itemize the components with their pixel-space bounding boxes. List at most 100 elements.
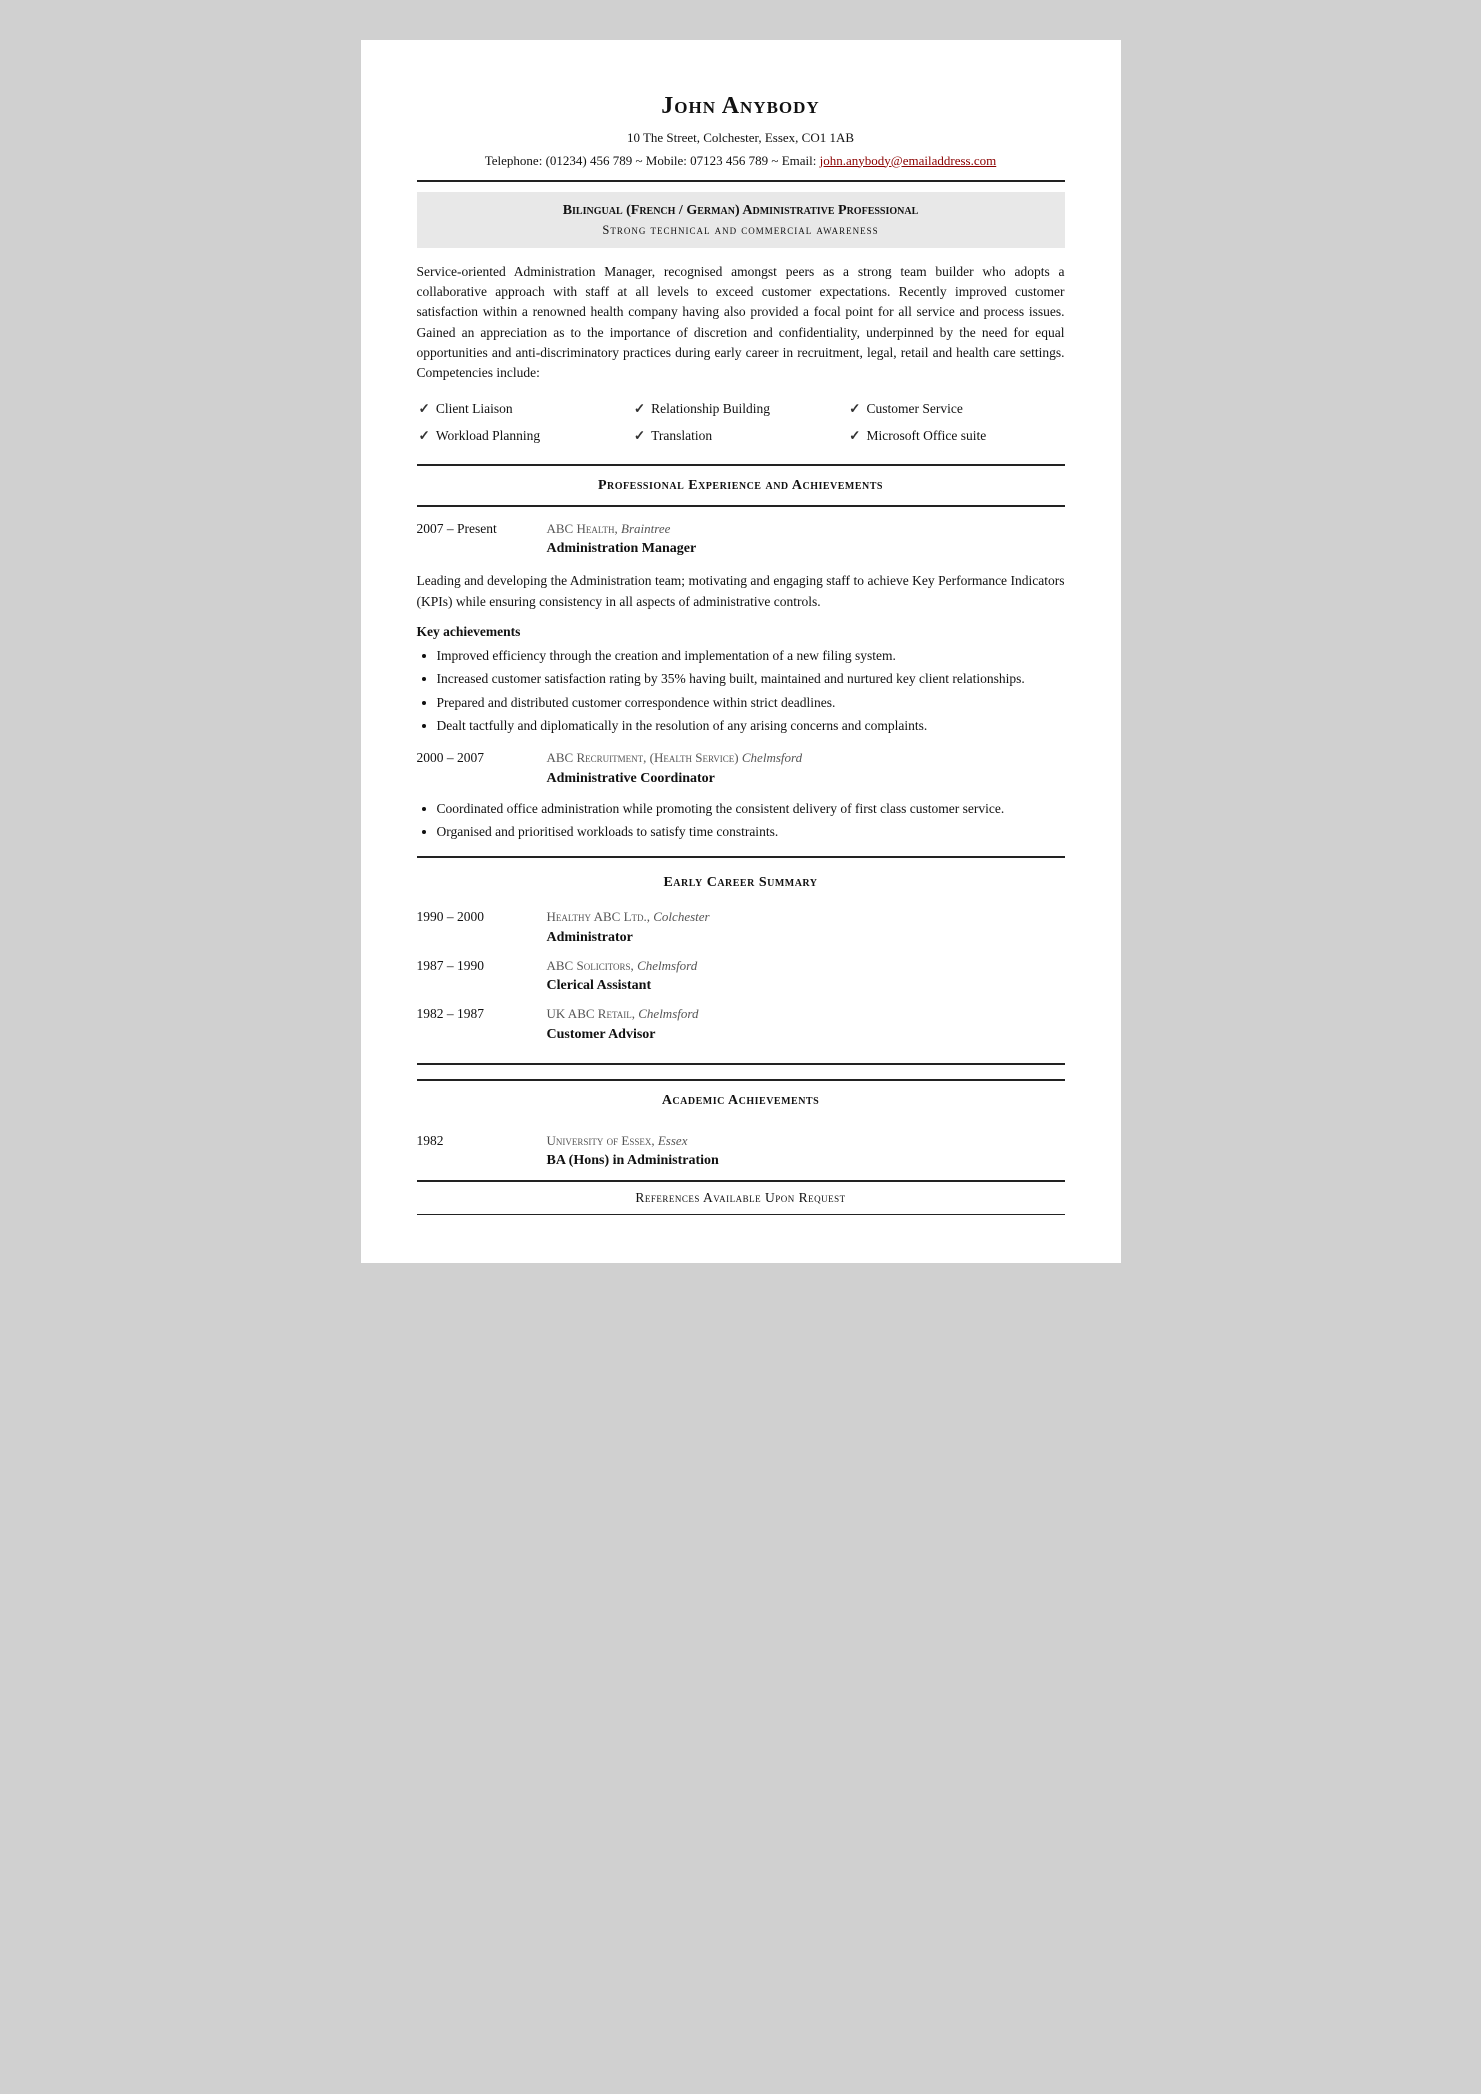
- early-job2-company-name2: olicitors,: [584, 958, 637, 973]
- competency-col1-row2: ✓ Workload Planning: [419, 424, 632, 448]
- resume-page: John Anybody 10 The Street, Colchester, …: [361, 40, 1121, 1263]
- early-job3-dates: 1982 – 1987: [417, 1004, 547, 1045]
- job1-description: Leading and developing the Administratio…: [417, 571, 1065, 612]
- competency-col3-row1: ✓ Customer Service: [849, 397, 1062, 421]
- early-career-header: Early Career Summary: [417, 868, 1065, 897]
- early-job1-company-name: H: [547, 909, 556, 924]
- early-job2-company: ABC Solicitors, Chelmsford: [547, 956, 1065, 976]
- early-job1-company: Healthy ABC Ltd., Colchester: [547, 907, 1065, 927]
- early-job-3: 1982 – 1987 UK ABC Retail, Chelmsford Cu…: [417, 1004, 1065, 1045]
- competency-col2-row2: ✓ Translation: [634, 424, 847, 448]
- early-job2-title: Clerical Assistant: [547, 975, 1065, 996]
- early-job1-dates: 1990 – 2000: [417, 907, 547, 948]
- job2-content: ABC Recruitment, (Health Service) Chelms…: [547, 748, 1065, 791]
- job1-title: Administration Manager: [547, 538, 1065, 559]
- check-icon-6: ✓: [849, 426, 860, 446]
- tagline-subtitle: Strong technical and commercial awarenes…: [433, 221, 1049, 240]
- list-item: Increased customer satisfaction rating b…: [437, 669, 1065, 689]
- competency-label: Microsoft Office suite: [866, 426, 986, 446]
- institution-location: Essex: [658, 1133, 688, 1148]
- academic-institution: University of Essex, Essex: [547, 1131, 1065, 1151]
- references-label: References Available Upon Request: [635, 1190, 845, 1205]
- candidate-name: John Anybody: [417, 88, 1065, 124]
- early-job3-company-name: UK ABC R: [547, 1006, 607, 1021]
- competency-col1-row1: ✓ Client Liaison: [419, 397, 632, 421]
- list-item: Improved efficiency through the creation…: [437, 646, 1065, 666]
- job1-dates: 2007 – Present: [417, 519, 547, 562]
- job2-company: ABC Recruitment, (Health Service) Chelms…: [547, 748, 1065, 768]
- early-career-section: Early Career Summary 1990 – 2000 Healthy…: [417, 856, 1065, 1065]
- job2-company-name3: ealth S: [663, 750, 702, 765]
- job2-dates: 2000 – 2007: [417, 748, 547, 791]
- list-item: Organised and prioritised workloads to s…: [437, 822, 1065, 842]
- job2-bullets: Coordinated office administration while …: [417, 799, 1065, 843]
- early-job-2: 1987 – 1990 ABC Solicitors, Chelmsford C…: [417, 956, 1065, 997]
- tagline-box: Bilingual (French / German) Administrati…: [417, 192, 1065, 248]
- job1-company-name2: ealth,: [586, 521, 621, 536]
- academic-degree: BA (Hons) in Administration: [547, 1150, 1065, 1171]
- competency-col2-row1: ✓ Relationship Building: [634, 397, 847, 421]
- early-job2-dates: 1987 – 1990: [417, 956, 547, 997]
- header-contact: Telephone: (01234) 456 789 ~ Mobile: 071…: [417, 151, 1065, 171]
- job2-company-name: ABC R: [547, 750, 586, 765]
- competency-label: Customer Service: [866, 399, 962, 419]
- contact-text: Telephone: (01234) 456 789 ~ Mobile: 071…: [485, 153, 820, 168]
- header: John Anybody 10 The Street, Colchester, …: [417, 88, 1065, 170]
- institution-name3: ssex,: [629, 1133, 658, 1148]
- job2-location: Chelmsford: [742, 750, 802, 765]
- early-job1-company-name3: td.,: [632, 909, 654, 924]
- academic-entry-1: 1982 University of Essex, Essex BA (Hons…: [417, 1131, 1065, 1172]
- early-job1-company-name2: ealthy ABC L: [556, 909, 632, 924]
- academic-section-wrapper: Academic Achievements 1982 University of…: [417, 1079, 1065, 1182]
- job2-company-name2: ecruitment, (H: [585, 750, 663, 765]
- profile-text: Service-oriented Administration Manager,…: [417, 262, 1065, 384]
- header-divider: [417, 180, 1065, 182]
- job1-company: ABC Health, Braintree: [547, 519, 1065, 539]
- check-icon-3: ✓: [849, 399, 860, 419]
- academic-date: 1982: [417, 1131, 547, 1172]
- job1-location: Braintree: [621, 521, 670, 536]
- check-icon-5: ✓: [634, 426, 645, 446]
- tagline-title: Bilingual (French / German) Administrati…: [433, 200, 1049, 221]
- competencies-table: ✓ Client Liaison ✓ Relationship Building…: [417, 395, 1065, 450]
- job2-company-name4: ervice): [703, 750, 742, 765]
- references-section: References Available Upon Request: [417, 1181, 1065, 1215]
- early-job3-company: UK ABC Retail, Chelmsford: [547, 1004, 1065, 1024]
- early-job2-content: ABC Solicitors, Chelmsford Clerical Assi…: [547, 956, 1065, 997]
- early-job1-location: Colchester: [653, 909, 709, 924]
- job1-content: ABC Health, Braintree Administration Man…: [547, 519, 1065, 562]
- check-icon-2: ✓: [634, 399, 645, 419]
- list-item: Dealt tactfully and diplomatically in th…: [437, 716, 1065, 736]
- job2-title: Administrative Coordinator: [547, 768, 1065, 789]
- job-entry-2: 2000 – 2007 ABC Recruitment, (Health Ser…: [417, 748, 1065, 791]
- early-job2-location: Chelmsford: [637, 958, 697, 973]
- list-item: Coordinated office administration while …: [437, 799, 1065, 819]
- competency-label: Workload Planning: [436, 426, 540, 446]
- early-job3-content: UK ABC Retail, Chelmsford Customer Advis…: [547, 1004, 1065, 1045]
- academic-content: University of Essex, Essex BA (Hons) in …: [547, 1131, 1065, 1172]
- early-job3-company-name2: etail,: [606, 1006, 638, 1021]
- early-job3-title: Customer Advisor: [547, 1024, 1065, 1045]
- email-link[interactable]: john.anybody@emailaddress.com: [820, 153, 997, 168]
- list-item: Prepared and distributed customer corres…: [437, 693, 1065, 713]
- experience-section-header: Professional Experience and Achievements: [417, 471, 1065, 500]
- competency-col3-row2: ✓ Microsoft Office suite: [849, 424, 1062, 448]
- competency-label: Client Liaison: [436, 399, 513, 419]
- key-achievements-label: Key achievements: [417, 622, 1065, 642]
- early-job-1: 1990 – 2000 Healthy ABC Ltd., Colchester…: [417, 907, 1065, 948]
- institution-name2: niversity of E: [556, 1133, 629, 1148]
- job-entry-1: 2007 – Present ABC Health, Braintree Adm…: [417, 519, 1065, 562]
- academic-header: Academic Achievements: [417, 1086, 1065, 1115]
- early-job1-content: Healthy ABC Ltd., Colchester Administrat…: [547, 907, 1065, 948]
- early-job2-company-name: ABC S: [547, 958, 584, 973]
- competency-label: Translation: [651, 426, 712, 446]
- early-job1-title: Administrator: [547, 927, 1065, 948]
- competency-label: Relationship Building: [651, 399, 770, 419]
- job1-company-name: ABC H: [547, 521, 586, 536]
- check-icon-1: ✓: [419, 399, 430, 419]
- job1-achievements-list: Improved efficiency through the creation…: [417, 646, 1065, 736]
- experience-section-wrapper: Professional Experience and Achievements: [417, 464, 1065, 507]
- header-address: 10 The Street, Colchester, Essex, CO1 1A…: [417, 128, 1065, 148]
- check-icon-4: ✓: [419, 426, 430, 446]
- academic-section-inner: 1982 University of Essex, Essex BA (Hons…: [417, 1115, 1065, 1176]
